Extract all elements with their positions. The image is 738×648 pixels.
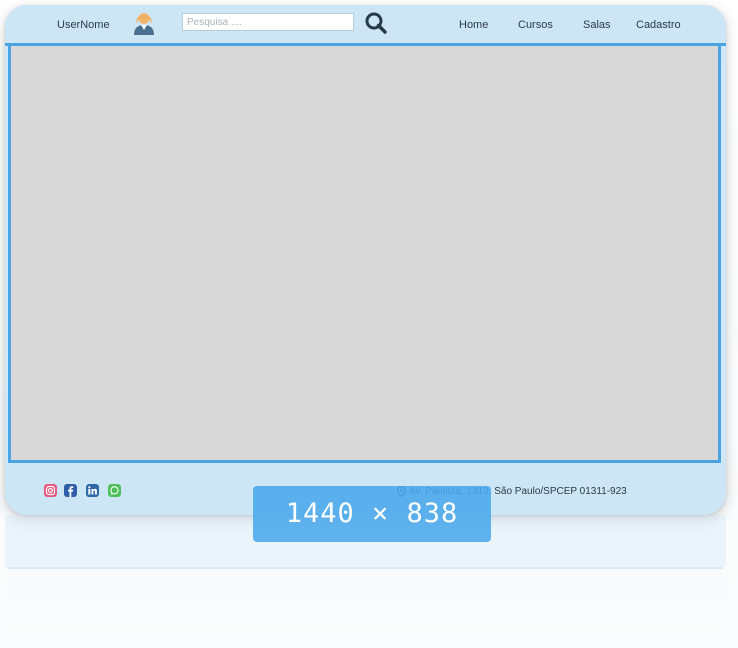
main-content-area bbox=[8, 46, 721, 463]
facebook-icon[interactable] bbox=[64, 484, 77, 497]
screenshot-stage: UserNome Home Cursos Salas Cadastro bbox=[0, 0, 738, 648]
search-icon[interactable] bbox=[363, 10, 389, 36]
instagram-icon[interactable] bbox=[44, 484, 57, 497]
nav-salas[interactable]: Salas bbox=[583, 19, 611, 31]
resolution-badge: 1440 × 838 bbox=[253, 486, 491, 542]
top-navbar: UserNome Home Cursos Salas Cadastro bbox=[5, 5, 726, 46]
nav-cadastro[interactable]: Cadastro bbox=[636, 19, 681, 31]
nav-cursos[interactable]: Cursos bbox=[518, 19, 553, 31]
user-name: UserNome bbox=[57, 19, 110, 31]
user-avatar-icon[interactable] bbox=[132, 11, 156, 35]
linkedin-icon[interactable] bbox=[86, 484, 99, 497]
search-input[interactable] bbox=[182, 13, 354, 31]
content-reflection bbox=[8, 567, 723, 638]
whatsapp-icon[interactable] bbox=[108, 484, 121, 497]
nav-home[interactable]: Home bbox=[459, 19, 488, 31]
app-window: UserNome Home Cursos Salas Cadastro bbox=[5, 5, 726, 515]
